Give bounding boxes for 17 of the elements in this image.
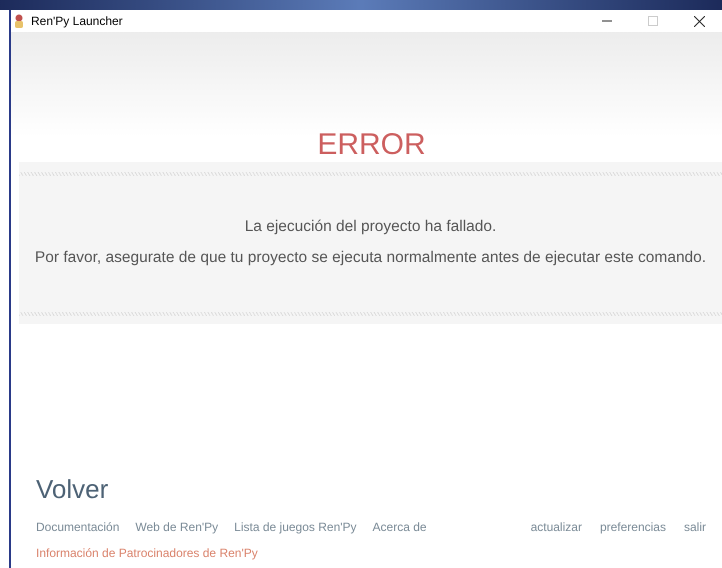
- app-icon: [13, 14, 25, 28]
- maximize-icon: [648, 16, 658, 26]
- footer-link[interactable]: salir: [684, 518, 706, 536]
- footer-link[interactable]: preferencias: [600, 518, 666, 536]
- error-title: ERROR: [317, 128, 426, 162]
- footer-link[interactable]: Lista de juegos Ren'Py: [234, 518, 357, 536]
- error-message: Por favor, asegurate de que tu proyecto se ejecuta normalmente antes de ejecutar este comando.: [34, 248, 706, 268]
- error-message: La ejecución del proyecto ha fallado.: [244, 216, 496, 237]
- back-button[interactable]: Volver: [36, 474, 108, 504]
- window-title: Ren'Py Launcher: [31, 13, 123, 30]
- footer-link[interactable]: Acerca de: [372, 518, 427, 536]
- close-icon: [694, 16, 704, 26]
- footer-link[interactable]: Documentación: [36, 518, 120, 536]
- sponsor-link[interactable]: Información de Patrocinadores de Ren'Py: [36, 544, 258, 562]
- footer-link[interactable]: actualizar: [530, 518, 582, 536]
- footer-link[interactable]: Web de Ren'Py: [135, 518, 218, 536]
- minimize-icon: [602, 20, 612, 22]
